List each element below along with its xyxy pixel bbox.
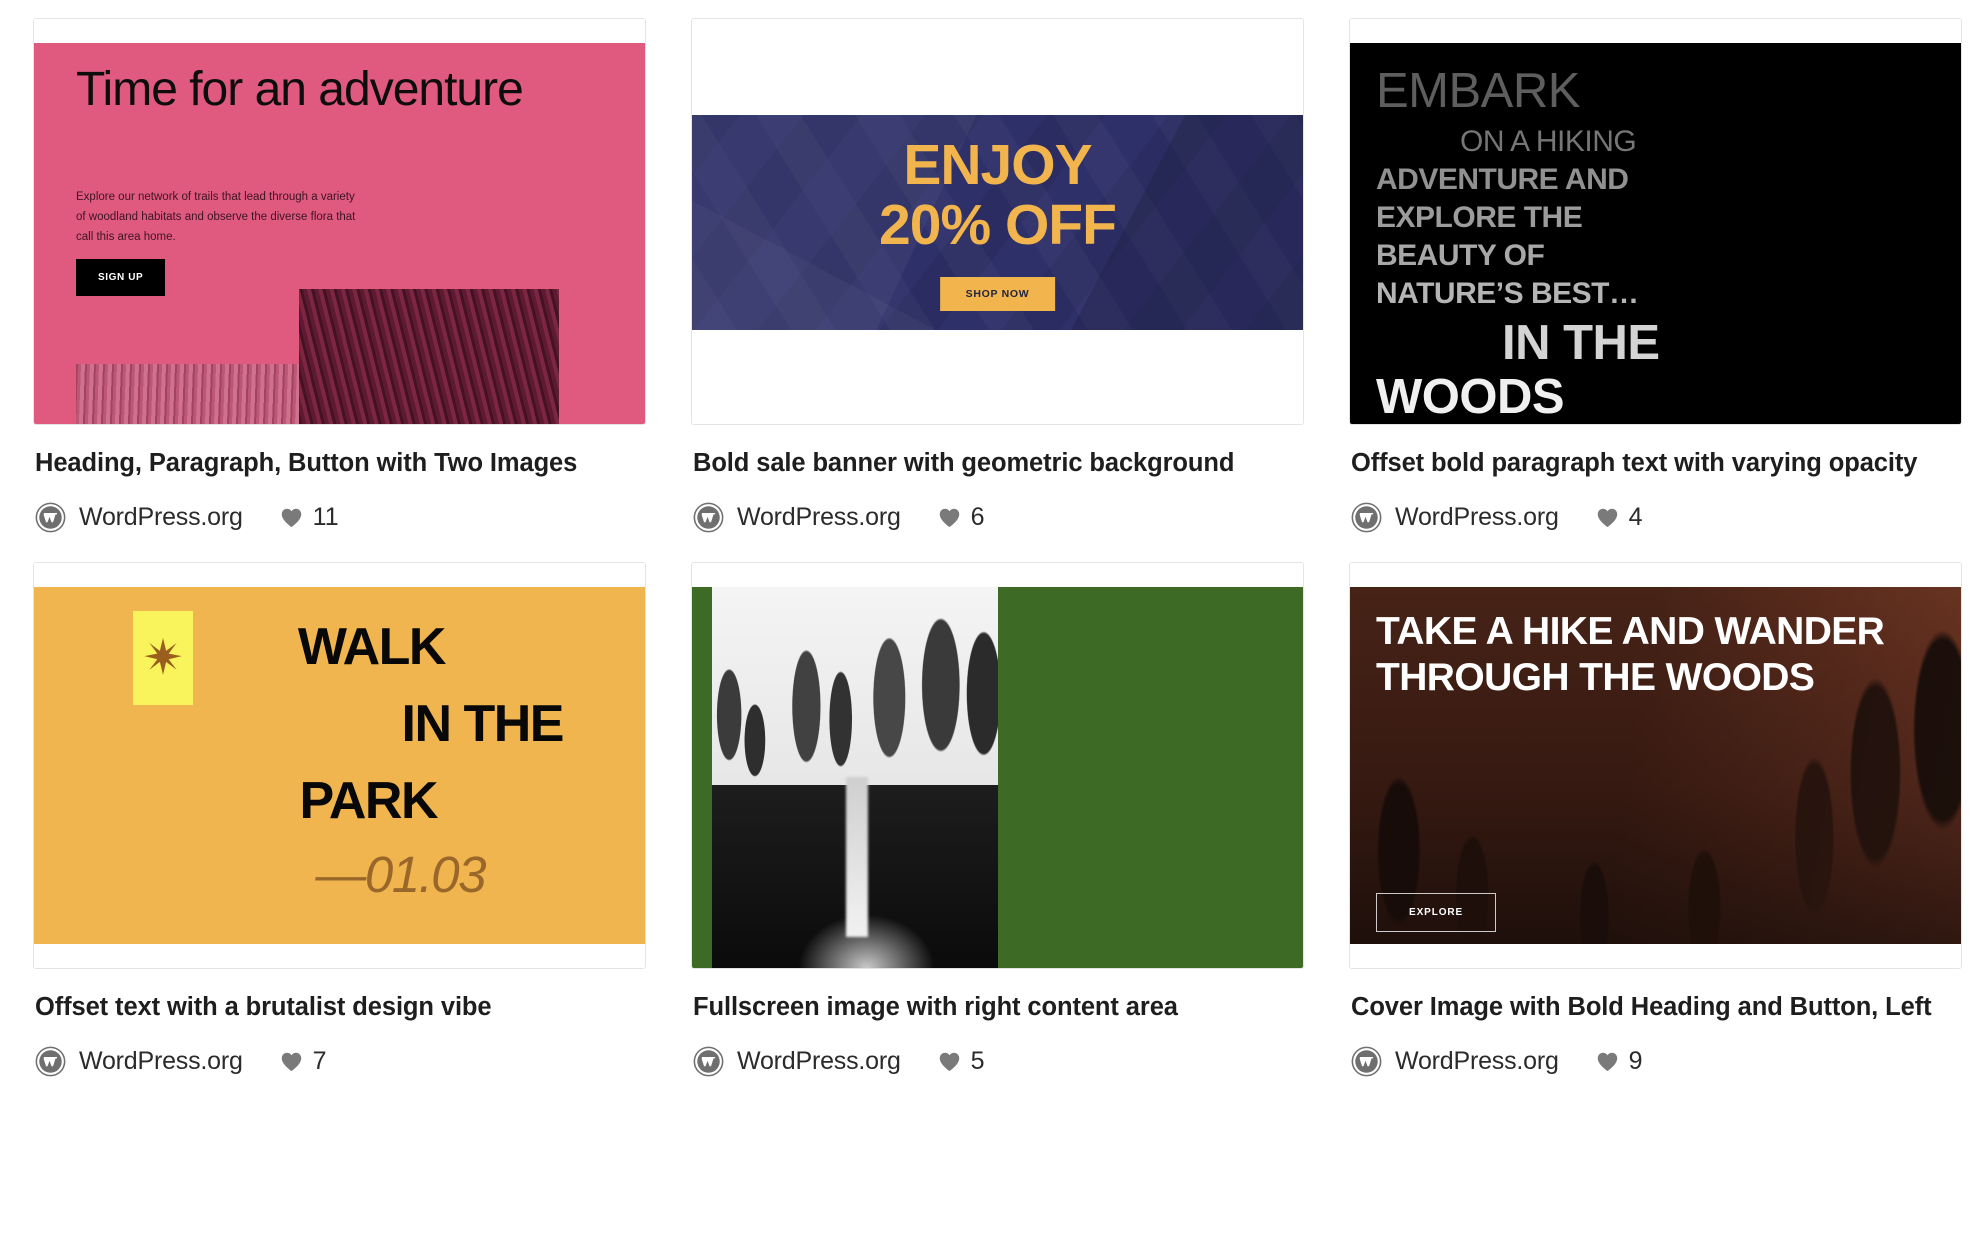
preview-canvas: EMBARK ON A HIKING ADVENTURE AND EXPLORE… (1350, 19, 1961, 424)
forest-image-right (299, 289, 559, 424)
water-mist (797, 914, 936, 968)
card-meta: Heading, Paragraph, Button with Two Imag… (33, 425, 646, 538)
heart-icon (280, 1051, 303, 1072)
opacity-line-3: ADVENTURE AND (1376, 163, 1629, 196)
card-title[interactable]: Fullscreen image with right content area (693, 991, 1302, 1025)
pattern-preview-heading-paragraph-button-two-images[interactable]: Time for an adventure Explore our networ… (33, 18, 646, 425)
pattern-card: Fullscreen image with right content area… (691, 561, 1304, 1082)
card-footer: WordPress.org 9 (1351, 1041, 1960, 1081)
opacity-line-7: IN THE (1502, 316, 1660, 370)
banner-line-2: 20% OFF (879, 193, 1117, 257)
pattern-preview-cover-image-bold-heading-button-left[interactable]: Take a hike and wander through the woods… (1349, 561, 1962, 969)
card-footer: WordPress.org 11 (35, 498, 644, 538)
opacity-line-1: EMBARK (1376, 64, 1580, 118)
card-title[interactable]: Heading, Paragraph, Button with Two Imag… (35, 447, 644, 481)
card-likes[interactable]: 6 (938, 503, 985, 532)
card-footer: WordPress.org 7 (35, 1041, 644, 1081)
opacity-line-8: WOODS (1376, 370, 1565, 424)
wordpress-logo-icon (35, 1046, 66, 1077)
card-author[interactable]: WordPress.org (79, 1047, 243, 1076)
tree-line (712, 586, 998, 801)
card-likes[interactable]: 5 (938, 1047, 985, 1076)
heart-icon (280, 507, 303, 528)
like-count: 9 (1628, 1046, 1643, 1075)
preview-paragraph: Explore our network of trails that lead … (76, 191, 356, 244)
card-footer: WordPress.org 6 (693, 498, 1302, 538)
card-footer: WordPress.org 5 (693, 1041, 1302, 1081)
card-author[interactable]: WordPress.org (737, 503, 901, 532)
pattern-card: WALK IN THE PARK —01.03 Offset text with… (33, 561, 646, 1082)
wordpress-logo-icon (693, 1046, 724, 1077)
preview-canvas: WALK IN THE PARK —01.03 (34, 562, 645, 968)
preview-heading: Time for an adventure (76, 63, 524, 116)
pattern-preview-offset-text-brutalist-design-vibe[interactable]: WALK IN THE PARK —01.03 (33, 561, 646, 969)
card-author[interactable]: WordPress.org (1395, 503, 1559, 532)
wordpress-logo-icon (1351, 1046, 1382, 1077)
pattern-preview-offset-bold-paragraph-varying-opacity[interactable]: EMBARK ON A HIKING ADVENTURE AND EXPLORE… (1349, 18, 1962, 425)
heart-icon (1596, 1051, 1619, 1072)
waterfall-stream (846, 777, 869, 938)
wordpress-logo-icon (1351, 502, 1382, 533)
card-meta: Offset bold paragraph text with varying … (1349, 425, 1962, 538)
pattern-card: ENJOY 20% OFF SHOP NOW Bold sale banner … (691, 18, 1304, 538)
card-author[interactable]: WordPress.org (79, 503, 243, 532)
like-count: 11 (312, 503, 339, 532)
card-meta: Bold sale banner with geometric backgrou… (691, 425, 1304, 538)
pattern-preview-fullscreen-image-right-content-area[interactable] (691, 561, 1304, 969)
brutalist-date: —01.03 (315, 845, 486, 903)
card-title[interactable]: Offset text with a brutalist design vibe (35, 991, 644, 1025)
explore-button[interactable]: EXPLORE (1376, 892, 1497, 932)
pattern-card: Time for an adventure Explore our networ… (33, 18, 646, 538)
preview-canvas: Time for an adventure Explore our networ… (34, 19, 645, 424)
banner-line-1: ENJOY (903, 133, 1092, 197)
card-meta: Offset text with a brutalist design vibe… (33, 969, 646, 1082)
black-stage: EMBARK ON A HIKING ADVENTURE AND EXPLORE… (1350, 43, 1961, 424)
heart-icon (938, 1051, 961, 1072)
card-title[interactable]: Cover Image with Bold Heading and Button… (1351, 991, 1960, 1025)
card-author[interactable]: WordPress.org (1395, 1047, 1559, 1076)
like-count: 6 (970, 503, 985, 532)
like-count: 5 (970, 1046, 985, 1075)
heart-icon (1596, 507, 1619, 528)
opacity-line-5: BEAUTY OF (1376, 239, 1545, 272)
sale-banner: ENJOY 20% OFF SHOP NOW (692, 115, 1303, 330)
cover-heading: Take a hike and wander through the woods (1376, 609, 1885, 699)
pattern-preview-bold-sale-banner-geometric-background[interactable]: ENJOY 20% OFF SHOP NOW (691, 18, 1304, 425)
preview-canvas (692, 562, 1303, 968)
forest-image-left (76, 364, 321, 424)
heart-icon (938, 507, 961, 528)
card-meta: Cover Image with Bold Heading and Button… (1349, 969, 1962, 1082)
card-title[interactable]: Offset bold paragraph text with varying … (1351, 447, 1960, 481)
waterfall-photo (712, 586, 998, 968)
brutalist-line-1: WALK (297, 617, 447, 676)
pattern-card: EMBARK ON A HIKING ADVENTURE AND EXPLORE… (1349, 18, 1962, 538)
preview-signup-button[interactable]: SIGN UP (76, 259, 166, 296)
wordpress-logo-icon (35, 502, 66, 533)
shop-now-button[interactable]: SHOP NOW (939, 277, 1056, 311)
brutalist-line-3: PARK (299, 771, 439, 830)
pattern-card: Take a hike and wander through the woods… (1349, 561, 1962, 1082)
opacity-line-2: ON A HIKING (1460, 125, 1637, 158)
like-count: 4 (1628, 503, 1643, 532)
card-title[interactable]: Bold sale banner with geometric backgrou… (693, 447, 1302, 481)
card-likes[interactable]: 7 (280, 1047, 327, 1076)
card-likes[interactable]: 4 (1596, 503, 1643, 532)
card-likes[interactable]: 11 (280, 503, 339, 532)
card-footer: WordPress.org 4 (1351, 498, 1960, 538)
brutalist-line-2: IN THE (401, 694, 565, 753)
card-author[interactable]: WordPress.org (737, 1047, 901, 1076)
pattern-grid: Time for an adventure Explore our networ… (0, 0, 1982, 1081)
preview-canvas: ENJOY 20% OFF SHOP NOW (692, 19, 1303, 424)
preview-canvas: Take a hike and wander through the woods… (1350, 562, 1961, 968)
opacity-line-6: NATURE’S BEST… (1376, 277, 1639, 310)
card-likes[interactable]: 9 (1596, 1047, 1643, 1076)
opacity-line-4: EXPLORE THE (1376, 201, 1583, 234)
like-count: 7 (312, 1046, 327, 1075)
wordpress-logo-icon (693, 502, 724, 533)
card-meta: Fullscreen image with right content area… (691, 969, 1304, 1082)
